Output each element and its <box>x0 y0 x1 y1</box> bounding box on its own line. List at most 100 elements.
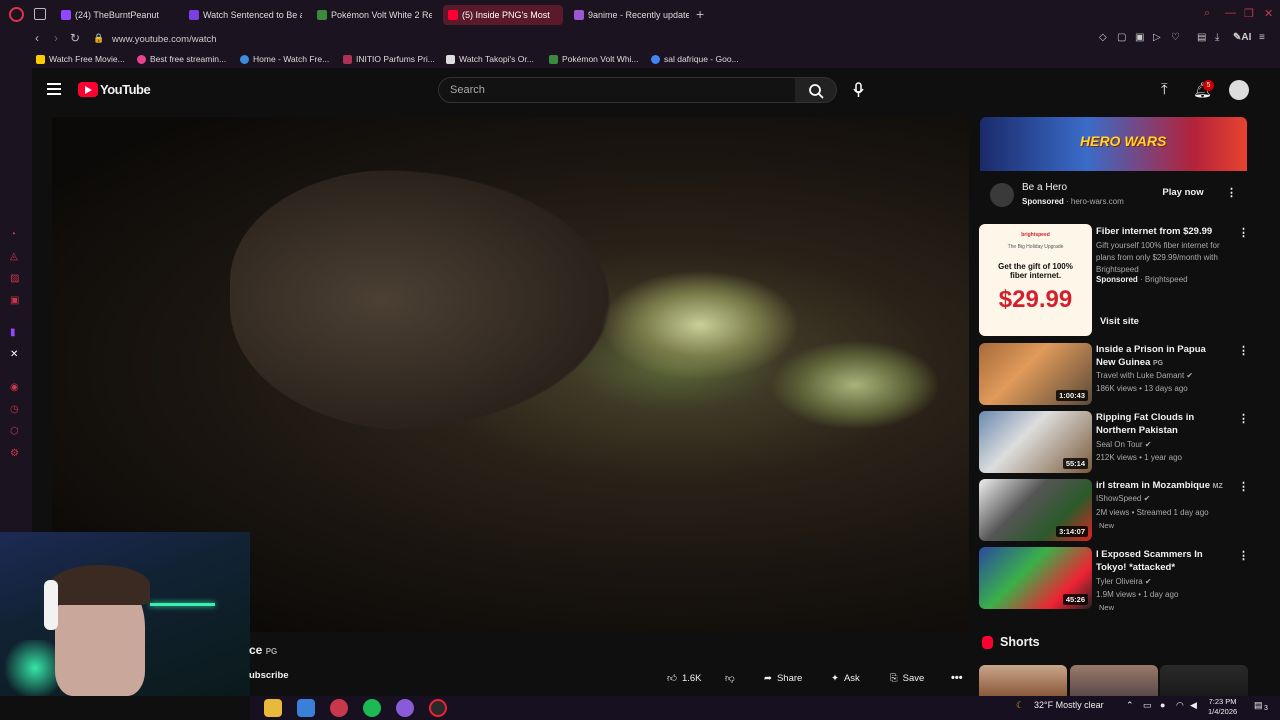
hamburger-menu-icon[interactable] <box>47 83 61 95</box>
workspaces-icon[interactable] <box>34 8 46 20</box>
promo-more-icon[interactable]: ⋮ <box>1238 226 1249 239</box>
save-button[interactable]: ⎘ Save <box>890 669 924 687</box>
youtube-logo-text[interactable]: YouTube <box>100 82 151 97</box>
ask-button[interactable]: ✦ Ask <box>831 669 860 687</box>
sidebar-settings-icon[interactable]: ⚙ <box>10 448 19 459</box>
search-button[interactable] <box>795 77 837 103</box>
account-avatar[interactable] <box>1229 80 1249 100</box>
tab-3[interactable]: Pokémon Volt White 2 Re <box>312 5 432 25</box>
sidebar-aria-icon[interactable]: ◔ <box>10 229 16 240</box>
more-actions-icon[interactable]: ••• <box>951 669 963 687</box>
sidebar-twitch-icon[interactable]: ▮ <box>10 327 16 338</box>
short-thumbnail[interactable] <box>1070 665 1158 696</box>
obs-icon[interactable] <box>429 699 447 717</box>
video-title-link[interactable]: Ripping Fat Clouds in Northern Pakistan <box>1096 411 1226 437</box>
channel-name[interactable]: Travel with Luke Damant ✔ <box>1096 371 1193 380</box>
promo-thumbnail[interactable]: brightspeed The Big Holiday Upgrade Get … <box>979 224 1092 336</box>
volume-icon[interactable]: ◀ <box>1190 700 1197 711</box>
tab-1[interactable]: (24) TheBurntPeanut <box>56 5 178 25</box>
sidebar-messenger-icon[interactable]: ▣ <box>10 295 19 306</box>
subscribe-button[interactable]: ubscribe <box>249 670 289 681</box>
video-duration: 55:14 <box>1062 458 1088 469</box>
tracker-icon[interactable]: ▣ <box>1135 32 1144 43</box>
sidebar-music-icon[interactable]: ◉ <box>10 382 19 393</box>
video-title-link[interactable]: I Exposed Scammers In Tokyo! *attacked* <box>1096 548 1226 574</box>
sidebar-extensions-icon[interactable]: ⬡ <box>10 426 19 437</box>
short-thumbnail[interactable] <box>1160 665 1248 696</box>
sidebar-x-icon[interactable]: ✕ <box>10 349 18 360</box>
visit-site-button[interactable]: Visit site <box>1100 316 1139 327</box>
bookmark-7[interactable]: sal dafrique - Goo... <box>651 54 739 64</box>
close-icon[interactable]: ✕ <box>1264 7 1273 20</box>
ad-logo-icon[interactable] <box>990 183 1014 207</box>
ad-more-icon[interactable]: ⋮ <box>1226 186 1237 199</box>
search-input[interactable]: Search <box>438 77 796 103</box>
bookmark-4[interactable]: INITIO Parfums Pri... <box>343 54 435 64</box>
tab-2[interactable]: Watch Sentenced to Be a <box>184 5 302 25</box>
ad-banner-image[interactable]: HERO WARS <box>980 117 1247 171</box>
snapshot-icon[interactable]: ▢ <box>1117 32 1126 43</box>
back-icon[interactable]: ‹ <box>35 31 39 45</box>
reload-icon[interactable]: ↻ <box>70 31 80 45</box>
short-thumbnail[interactable] <box>979 665 1067 696</box>
like-button[interactable]: 👍︎ 1.6K <box>667 669 701 687</box>
bookmark-1[interactable]: Watch Free Movie... <box>36 54 125 64</box>
heart-icon[interactable]: ♡ <box>1171 32 1180 43</box>
url-text[interactable]: www.youtube.com/watch <box>112 34 217 45</box>
new-tab-button[interactable]: + <box>696 6 704 22</box>
tab-5[interactable]: 9anime - Recently updated <box>569 5 689 25</box>
menu-icon[interactable]: ≡ <box>1259 32 1265 43</box>
minimize-icon[interactable]: — <box>1225 7 1236 19</box>
system-clock[interactable]: 7:23 PM 1/4/2026 <box>1208 697 1237 717</box>
forward-icon[interactable]: › <box>54 31 58 45</box>
play-now-button[interactable]: Play now <box>1156 184 1210 202</box>
sidebar-cart-icon[interactable]: ▨ <box>10 273 19 284</box>
download-icon[interactable]: ⤓ <box>1215 32 1219 43</box>
player-icon[interactable]: ▷ <box>1153 32 1161 43</box>
channel-name[interactable]: IShowSpeed ✔ <box>1096 494 1150 503</box>
video-title-link[interactable]: irl stream in Mozambique MZ <box>1096 479 1226 493</box>
upload-icon[interactable]: ⤒ <box>1161 81 1168 98</box>
tray-chevron-icon[interactable]: ⌃ <box>1126 700 1134 711</box>
voice-search-button[interactable] <box>846 77 872 103</box>
weather-text[interactable]: 32°F Mostly clear <box>1034 700 1104 710</box>
video-thumbnail[interactable]: 1:00:43 <box>979 343 1092 405</box>
channel-name[interactable]: Tyler Oliveira ✔ <box>1096 577 1152 586</box>
video-title-link[interactable]: Inside a Prison in Papua New Guinea PG <box>1096 343 1226 370</box>
search-tabs-icon[interactable]: ⌕ <box>1204 7 1210 20</box>
clear-icon[interactable]: ◇ <box>1099 32 1107 43</box>
promo-title[interactable]: Fiber internet from $29.99 <box>1096 226 1212 237</box>
discord-icon[interactable] <box>396 699 414 717</box>
ad-title[interactable]: Be a Hero <box>1022 182 1067 193</box>
share-button[interactable]: ➦ Share <box>764 669 802 687</box>
video-more-icon[interactable]: ⋮ <box>1238 412 1249 425</box>
video-thumbnail[interactable]: 45:26 <box>979 547 1092 609</box>
video-more-icon[interactable]: ⋮ <box>1238 549 1249 562</box>
bookmark-3[interactable]: Home - Watch Fre... <box>240 54 329 64</box>
opera-taskbar-icon[interactable] <box>330 699 348 717</box>
tab-youtube-active[interactable]: (5) Inside PNG's Most <box>443 5 563 25</box>
maximize-icon[interactable]: ❐ <box>1244 7 1254 20</box>
sidebar-workspace-icon[interactable]: ◬ <box>10 251 18 262</box>
opera-logo-icon[interactable] <box>9 7 24 22</box>
microphone-tray-icon[interactable]: ● <box>1160 700 1165 710</box>
aria-ai-button[interactable]: ✎AI <box>1233 32 1251 43</box>
youtube-logo-icon[interactable] <box>78 82 98 97</box>
bookmark-6[interactable]: Pokémon Volt Whi... <box>549 54 639 64</box>
dislike-button[interactable]: 👎︎ <box>725 669 735 687</box>
wifi-icon[interactable]: ◠ <box>1176 700 1184 711</box>
spotify-icon[interactable] <box>363 699 381 717</box>
bookmark-2[interactable]: Best free streamin... <box>137 54 226 64</box>
video-more-icon[interactable]: ⋮ <box>1238 480 1249 493</box>
file-explorer-icon[interactable] <box>264 699 282 717</box>
network-icon[interactable]: ▭ <box>1143 700 1152 711</box>
channel-name[interactable]: Seal On Tour ✔ <box>1096 440 1151 449</box>
video-thumbnail[interactable]: 3:14:07 <box>979 479 1092 541</box>
video-thumbnail[interactable]: 55:14 <box>979 411 1092 473</box>
wallet-icon[interactable]: ▤ <box>1197 32 1206 43</box>
bookmark-5[interactable]: Watch Takopi's Or... <box>446 54 534 64</box>
store-icon[interactable] <box>297 699 315 717</box>
notifications-tray-icon[interactable]: ▤ <box>1254 700 1263 711</box>
video-more-icon[interactable]: ⋮ <box>1238 344 1249 357</box>
sidebar-history-icon[interactable]: ◷ <box>10 404 19 415</box>
